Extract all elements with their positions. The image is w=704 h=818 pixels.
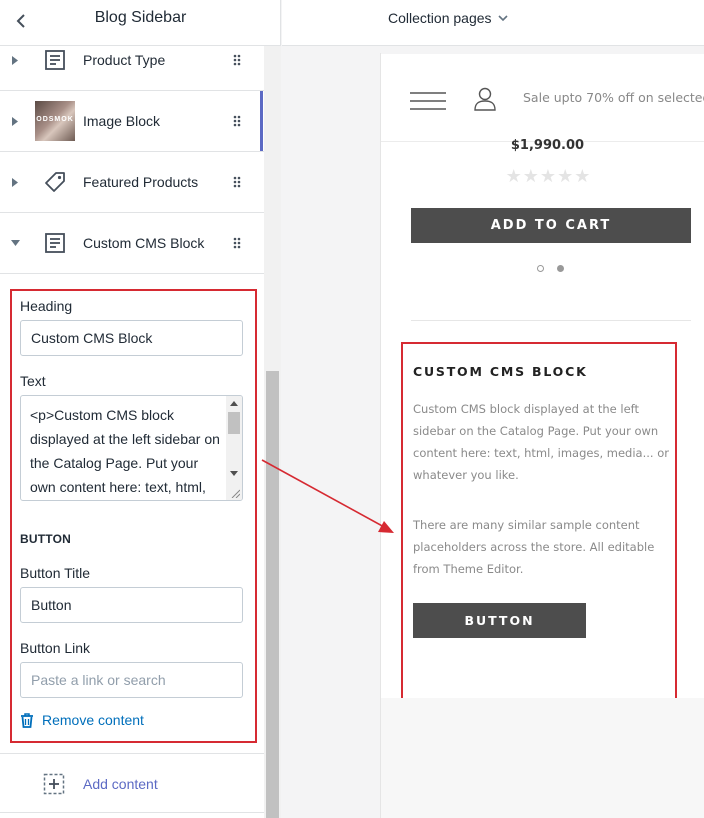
textarea-scrollbar[interactable]: [226, 396, 242, 500]
image-thumbnail: ODSMOK: [35, 101, 75, 141]
scroll-up-arrow-icon[interactable]: [226, 396, 242, 410]
star-icon: ★: [539, 166, 558, 186]
text-textarea[interactable]: <p>Custom CMS block displayed at the lef…: [20, 395, 243, 501]
custom-cms-block-preview: CUSTOM CMS BLOCK Custom CMS block displa…: [401, 342, 677, 704]
hamburger-menu-icon[interactable]: [410, 91, 446, 111]
section-featured-products[interactable]: Featured Products: [0, 152, 264, 213]
trash-icon: [21, 712, 33, 728]
textarea-scroll-thumb[interactable]: [228, 412, 240, 434]
drag-handle-icon[interactable]: [231, 91, 243, 151]
cms-block-button[interactable]: BUTTON: [413, 603, 586, 638]
textarea-content: <p>Custom CMS block displayed at the lef…: [30, 407, 220, 495]
cms-block-title: CUSTOM CMS BLOCK: [413, 364, 588, 379]
back-button[interactable]: [8, 8, 34, 34]
thumbnail-text: ODSMOK: [36, 116, 74, 123]
carousel-dot-active[interactable]: [557, 265, 564, 272]
heading-input[interactable]: [20, 320, 243, 356]
page-type-dropdown[interactable]: Collection pages: [388, 8, 508, 28]
add-content-label: Add content: [83, 776, 158, 792]
button-link-input[interactable]: [20, 662, 243, 698]
product-price: $1,990.00: [510, 138, 585, 153]
carousel-dots: [537, 265, 564, 272]
button-title-label: Button Title: [20, 565, 91, 581]
drag-handle-icon[interactable]: [231, 152, 243, 212]
section-label: Product Type: [83, 52, 166, 68]
sidebar-title: Blog Sidebar: [94, 9, 187, 26]
button-section-heading: BUTTON: [20, 532, 71, 546]
star-rating: ★★★★★: [381, 166, 704, 187]
drag-handle-icon[interactable]: [231, 213, 243, 273]
section-label: Custom CMS Block: [83, 235, 205, 251]
carousel-dot[interactable]: [537, 265, 544, 272]
add-block-icon: [43, 773, 65, 795]
text-block-icon: [35, 46, 75, 80]
caret-right-icon[interactable]: [9, 46, 21, 90]
remove-content-label: Remove content: [42, 712, 144, 728]
storefront-preview: Sale upto 70% off on selected $1,990.00 …: [381, 54, 704, 818]
sidebar-scrollbar-thumb[interactable]: [266, 371, 279, 818]
section-image-block[interactable]: ODSMOK Image Block: [0, 91, 264, 152]
star-icon: ★: [557, 166, 575, 186]
add-to-cart-button[interactable]: ADD TO CART: [411, 208, 691, 243]
drag-handle-icon[interactable]: [231, 46, 243, 90]
button-link-label: Button Link: [20, 640, 91, 656]
add-content-button[interactable]: Add content: [0, 753, 264, 813]
cms-block-settings-panel: Heading Text <p>Custom CMS block display…: [10, 289, 257, 743]
cms-block-paragraph-2: There are many similar sample content pl…: [413, 518, 655, 576]
editor-topbar: Collection pages: [282, 0, 704, 46]
resize-handle-icon[interactable]: [230, 488, 240, 498]
sidebar-header: Blog Sidebar: [0, 0, 280, 46]
store-header: Sale upto 70% off on selected: [381, 54, 704, 142]
section-custom-cms-block[interactable]: Custom CMS Block: [0, 213, 264, 274]
section-label: Image Block: [83, 113, 161, 129]
divider: [411, 320, 691, 321]
text-field-label: Text: [20, 373, 46, 389]
section-label: Featured Products: [83, 174, 199, 190]
star-icon: ★: [505, 166, 523, 186]
caret-down-icon[interactable]: [9, 213, 21, 273]
theme-editor-sidebar: Blog Sidebar Product Type ODSMOK Image B…: [0, 0, 281, 818]
page-type-label: Collection pages: [388, 10, 492, 26]
text-block-icon: [35, 223, 75, 263]
scroll-down-arrow-icon[interactable]: [226, 466, 242, 480]
heading-field-label: Heading: [20, 298, 73, 314]
star-icon: ★: [574, 166, 592, 186]
chevron-left-icon: [16, 14, 25, 28]
star-icon: ★: [522, 166, 540, 186]
tag-icon: [35, 162, 75, 202]
sidebar-scroll-area: Product Type ODSMOK Image Block Featured…: [0, 46, 264, 818]
button-title-input[interactable]: [20, 587, 243, 623]
cms-block-paragraph-1: Custom CMS block displayed at the left s…: [413, 402, 669, 482]
chevron-down-icon: [497, 14, 508, 21]
caret-right-icon[interactable]: [9, 152, 21, 212]
section-product-type[interactable]: Product Type: [0, 46, 264, 91]
selected-indicator: [260, 91, 263, 151]
remove-content-button[interactable]: Remove content: [20, 710, 144, 730]
user-account-icon[interactable]: [474, 87, 496, 111]
preview-footer-area: [381, 698, 704, 818]
promo-banner-text: Sale upto 70% off on selected: [523, 90, 704, 105]
caret-right-icon[interactable]: [9, 91, 21, 151]
